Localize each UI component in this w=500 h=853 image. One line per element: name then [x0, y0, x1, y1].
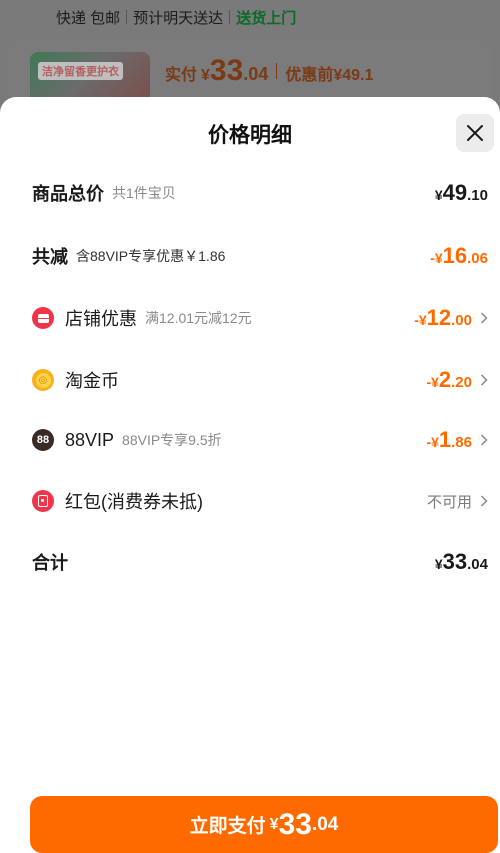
amount-int: 33	[442, 549, 468, 574]
chevron-right-icon	[474, 298, 488, 338]
vip-88-icon: 88	[32, 429, 54, 451]
row-amount: -¥ 1 .86	[426, 427, 472, 453]
pay-int: 33	[278, 807, 312, 841]
amount-dec: .06	[467, 250, 488, 267]
amount-int: 2	[438, 367, 452, 392]
sheet-title: 价格明细	[208, 124, 292, 147]
row-total-discount: 共减 含88VIP专享优惠￥1.86 -¥ 16 .06	[0, 236, 500, 276]
amount-yen: ¥	[434, 187, 443, 203]
row-shop-discount[interactable]: 店铺优惠 满12.01元减12元 -¥ 12 .00	[0, 298, 500, 338]
pay-dec: .04	[311, 813, 339, 835]
amount-dec: .20	[451, 374, 472, 391]
shop-coupon-icon	[32, 307, 54, 329]
divider	[276, 63, 278, 79]
divider	[229, 10, 231, 24]
paid-yen: ¥	[201, 67, 210, 84]
row-sub: 满12.01元减12元	[145, 310, 252, 326]
row-88vip[interactable]: 88 88VIP 88VIP专享9.5折 -¥ 1 .86	[0, 420, 500, 460]
divider	[126, 10, 128, 24]
amount-yen: -¥	[426, 434, 439, 450]
row-sub: 共1件宝贝	[112, 185, 176, 201]
row-label: 店铺优惠	[65, 309, 137, 329]
close-button[interactable]	[456, 114, 494, 152]
amount-dec: .04	[467, 556, 488, 573]
shipping-info: 快递 包邮 预计明天送达 送货上门	[0, 0, 500, 34]
chevron-right-icon	[474, 360, 488, 400]
red-packet-icon	[32, 490, 54, 512]
amount-int: 49	[442, 180, 468, 205]
amount-dec: .86	[451, 434, 472, 451]
row-grand-total: 合计 ¥ 33 .04	[0, 542, 500, 582]
pay-yen: ¥	[269, 815, 279, 833]
row-amount: ¥ 33 .04	[435, 549, 488, 575]
shipping-eta: 预计明天送达	[133, 9, 224, 27]
door-delivery-label: 送货上门	[236, 9, 297, 27]
row-status: 不可用	[427, 491, 472, 512]
row-amount: -¥ 2 .20	[426, 367, 472, 393]
row-sub: 88VIP专享9.5折	[122, 432, 222, 448]
amount-yen: -¥	[414, 312, 427, 328]
amount-int: 16	[442, 243, 468, 268]
row-label: 合计	[32, 553, 68, 573]
row-gold-coins[interactable]: ◎ 淘金币 -¥ 2 .20	[0, 360, 500, 400]
unavailable-status: 不可用	[426, 493, 472, 511]
price-detail-sheet: 价格明细 商品总价 共1件宝贝 ¥ 49 .10 共减 含88VIP专享优惠￥1…	[0, 97, 500, 853]
paid-price: 实付 ¥ 33 .04 优惠前 ¥49.1	[165, 54, 373, 88]
row-label: 商品总价	[32, 184, 104, 204]
chevron-right-icon	[474, 481, 488, 521]
row-label: 红包(消费券未抵)	[65, 492, 203, 512]
shipping-method: 快递 包邮	[56, 9, 121, 27]
gold-coin-icon: ◎	[32, 369, 54, 391]
amount-yen: ¥	[434, 556, 443, 572]
row-total-goods: 商品总价 共1件宝贝 ¥ 49 .10	[0, 173, 500, 213]
amount-dec: .00	[451, 312, 472, 329]
paid-label: 实付	[165, 67, 198, 84]
row-amount: ¥ 49 .10	[435, 180, 488, 206]
chevron-right-icon	[474, 420, 488, 460]
row-label: 共减	[32, 247, 68, 267]
before-discount-label: 优惠前	[285, 67, 334, 84]
row-amount: -¥ 16 .06	[430, 243, 488, 269]
amount-int: 1	[438, 427, 452, 452]
pay-now-button[interactable]: 立即支付 ¥ 33 .04	[30, 796, 498, 853]
amount-dec: .10	[467, 187, 488, 204]
amount-yen: -¥	[430, 250, 443, 266]
close-icon	[467, 125, 483, 141]
paid-int: 33	[209, 54, 244, 87]
pay-label: 立即支付	[189, 816, 266, 837]
row-red-packet[interactable]: 红包(消费券未抵) 不可用	[0, 481, 500, 521]
row-sub: 含88VIP专享优惠￥1.86	[76, 248, 226, 264]
before-discount-value: ¥49.1	[333, 67, 374, 84]
row-label: 淘金币	[65, 371, 119, 391]
amount-int: 12	[426, 305, 452, 330]
row-label: 88VIP	[65, 429, 115, 450]
row-amount: -¥ 12 .00	[414, 305, 472, 331]
amount-yen: -¥	[426, 374, 439, 390]
paid-dec: .04	[243, 64, 269, 84]
product-thumb-text: 洁净留香更护衣	[38, 62, 123, 80]
